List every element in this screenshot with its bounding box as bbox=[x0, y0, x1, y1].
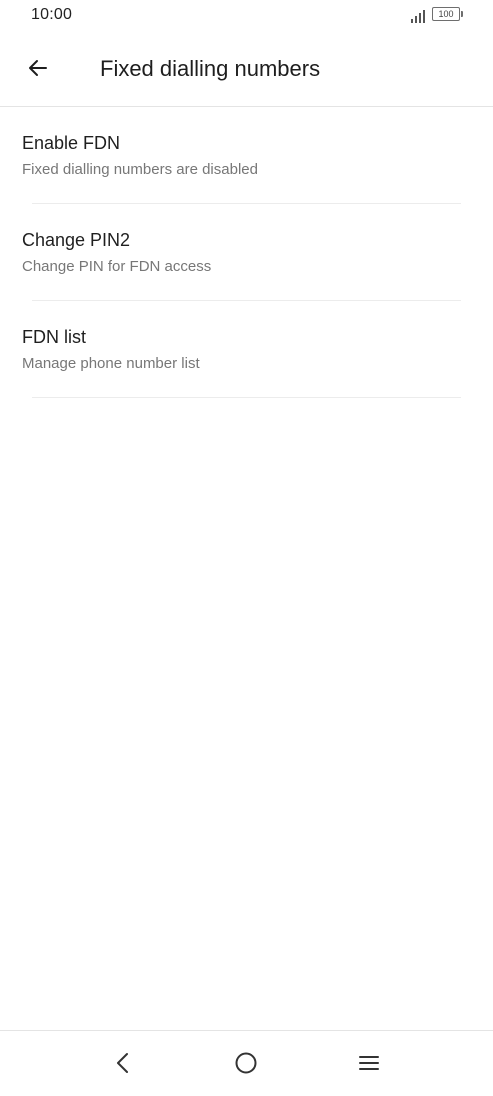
nav-back-icon bbox=[117, 1053, 128, 1073]
page-title: Fixed dialling numbers bbox=[100, 56, 321, 81]
nav-back-button[interactable] bbox=[103, 1045, 143, 1081]
signal-icon bbox=[411, 10, 425, 23]
setting-title: FDN list bbox=[22, 327, 86, 347]
battery-tip bbox=[461, 11, 463, 17]
status-bar: 10:00 100 bbox=[0, 0, 493, 34]
setting-title: Change PIN2 bbox=[22, 230, 131, 250]
setting-summary: Manage phone number list bbox=[22, 355, 200, 372]
setting-change-pin2[interactable]: Change PIN2 Change PIN for FDN access bbox=[0, 204, 493, 301]
nav-home-button[interactable] bbox=[226, 1045, 266, 1081]
arrow-left-icon bbox=[29, 60, 47, 76]
setting-title: Enable FDN bbox=[22, 133, 121, 153]
nav-home-icon bbox=[235, 1052, 257, 1074]
setting-summary: Change PIN for FDN access bbox=[22, 258, 212, 275]
settings-list: Enable FDN Fixed dialling numbers are di… bbox=[0, 107, 493, 398]
setting-enable-fdn[interactable]: Enable FDN Fixed dialling numbers are di… bbox=[0, 107, 493, 204]
setting-fdn-list[interactable]: FDN list Manage phone number list bbox=[0, 301, 493, 398]
app-bar: Fixed dialling numbers bbox=[0, 34, 493, 107]
battery-level: 100 bbox=[432, 7, 460, 21]
battery-icon: 100 bbox=[432, 7, 466, 24]
nav-recents-button[interactable] bbox=[349, 1045, 389, 1081]
setting-summary: Fixed dialling numbers are disabled bbox=[22, 161, 258, 178]
navigation-bar bbox=[0, 1030, 493, 1096]
status-time: 10:00 bbox=[31, 6, 73, 23]
back-button[interactable] bbox=[18, 48, 58, 88]
nav-recents-icon bbox=[359, 1056, 379, 1070]
divider bbox=[32, 397, 461, 398]
